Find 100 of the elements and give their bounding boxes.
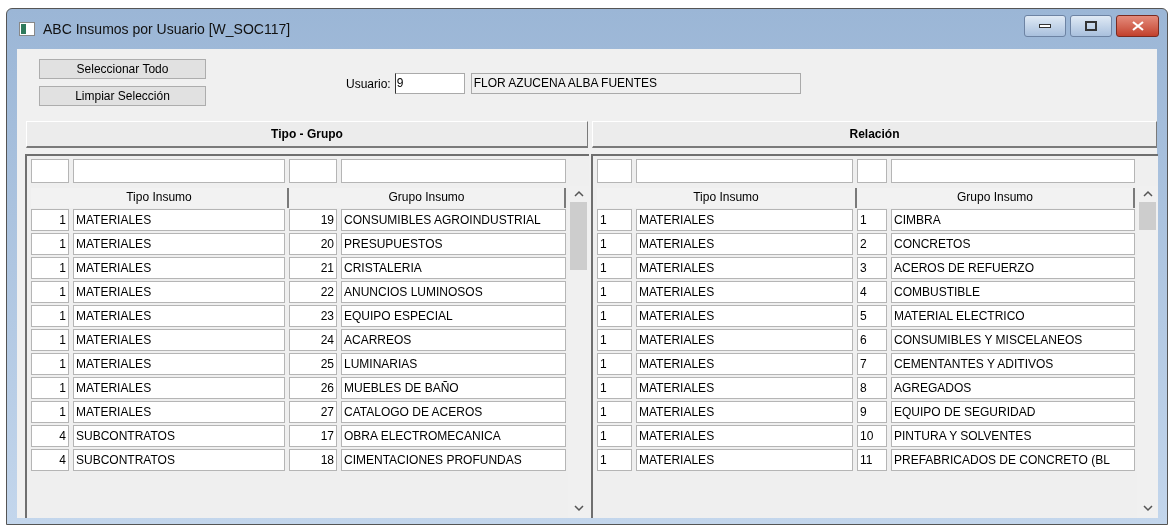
table-cell: 1 bbox=[31, 377, 69, 399]
scroll-up-icon[interactable] bbox=[1142, 190, 1153, 198]
user-label: Usuario: bbox=[346, 75, 391, 93]
close-icon bbox=[1131, 21, 1144, 31]
filter-field[interactable] bbox=[636, 159, 853, 183]
table-cell: 22 bbox=[289, 281, 337, 303]
panel-header: Relación bbox=[592, 121, 1157, 148]
restore-icon bbox=[1085, 21, 1097, 31]
filter-field[interactable] bbox=[289, 159, 337, 183]
filter-field[interactable] bbox=[857, 159, 887, 183]
table-cell: MATERIALES bbox=[73, 353, 285, 375]
table-cell: 1 bbox=[597, 209, 632, 231]
minimize-button[interactable] bbox=[1024, 15, 1066, 37]
table-cell: 1 bbox=[31, 353, 69, 375]
table-cell: CONCRETOS bbox=[891, 233, 1135, 255]
table-cell: 19 bbox=[289, 209, 337, 231]
table-cell: 20 bbox=[289, 233, 337, 255]
table-cell: MATERIALES bbox=[636, 209, 853, 231]
table-cell: 1 bbox=[31, 329, 69, 351]
table-cell: SUBCONTRATOS bbox=[73, 449, 285, 471]
table-cell: SUBCONTRATOS bbox=[73, 425, 285, 447]
table-cell: 4 bbox=[31, 425, 69, 447]
table-cell: 1 bbox=[31, 257, 69, 279]
table-cell: 17 bbox=[289, 425, 337, 447]
table-cell: 1 bbox=[31, 305, 69, 327]
scroll-down-icon[interactable] bbox=[1142, 504, 1153, 512]
filter-field[interactable] bbox=[73, 159, 285, 183]
table-cell: MATERIALES bbox=[636, 401, 853, 423]
filter-field[interactable] bbox=[31, 159, 69, 183]
table-cell: 1 bbox=[597, 353, 632, 375]
scroll-down-icon[interactable] bbox=[573, 504, 584, 512]
user-id-field[interactable]: 9 bbox=[394, 73, 465, 94]
table-cell: CONSUMIBLES Y MISCELANEOS bbox=[891, 329, 1135, 351]
table-cell: ACEROS DE REFUERZO bbox=[891, 257, 1135, 279]
table-cell: 3 bbox=[857, 257, 887, 279]
table-cell: MATERIALES bbox=[73, 305, 285, 327]
scroll-up-icon[interactable] bbox=[573, 190, 584, 198]
table-cell: 1 bbox=[597, 377, 632, 399]
table-cell: 7 bbox=[857, 353, 887, 375]
table-cell: 1 bbox=[597, 329, 632, 351]
table-cell: 4 bbox=[857, 281, 887, 303]
close-button[interactable] bbox=[1116, 15, 1159, 37]
table-cell: 1 bbox=[597, 305, 632, 327]
table-cell: 1 bbox=[597, 233, 632, 255]
table-cell: MATERIALES bbox=[636, 257, 853, 279]
table-cell: MATERIALES bbox=[73, 377, 285, 399]
table-cell: MATERIALES bbox=[73, 401, 285, 423]
table-cell: 24 bbox=[289, 329, 337, 351]
filter-field[interactable] bbox=[341, 159, 566, 183]
table-cell: 21 bbox=[289, 257, 337, 279]
table-cell: 1 bbox=[597, 425, 632, 447]
table-cell: 4 bbox=[31, 449, 69, 471]
table-cell: 2 bbox=[857, 233, 887, 255]
table-cell: 18 bbox=[289, 449, 337, 471]
table-cell: LUMINARIAS bbox=[341, 353, 566, 375]
table-cell: OBRA ELECTROMECANICA bbox=[341, 425, 566, 447]
table-cell: 1 bbox=[31, 233, 69, 255]
table-cell: ACARREOS bbox=[341, 329, 566, 351]
maximize-button[interactable] bbox=[1070, 15, 1112, 37]
table-cell: CIMBRA bbox=[891, 209, 1135, 231]
window-icon bbox=[19, 22, 35, 36]
table-cell: 26 bbox=[289, 377, 337, 399]
scroll-thumb[interactable] bbox=[1139, 202, 1156, 230]
panel-header: Tipo - Grupo bbox=[26, 121, 588, 148]
scroll-thumb[interactable] bbox=[570, 202, 587, 270]
table-cell: 8 bbox=[857, 377, 887, 399]
table-cell: PRESUPUESTOS bbox=[341, 233, 566, 255]
action-button[interactable]: Seleccionar Todo bbox=[39, 59, 206, 79]
table-cell: MATERIALES bbox=[636, 425, 853, 447]
table-cell: 23 bbox=[289, 305, 337, 327]
table-cell: CONSUMIBLES AGROINDUSTRIAL bbox=[341, 209, 566, 231]
table-cell: 9 bbox=[857, 401, 887, 423]
table-cell: 11 bbox=[857, 449, 887, 471]
table-cell: 10 bbox=[857, 425, 887, 447]
table-cell: MATERIALES bbox=[636, 449, 853, 471]
table-cell: MATERIALES bbox=[73, 329, 285, 351]
action-button[interactable]: Limpiar Selección bbox=[39, 86, 206, 106]
table-cell: MATERIALES bbox=[636, 233, 853, 255]
table-cell: MATERIALES bbox=[73, 257, 285, 279]
table-cell: MATERIALES bbox=[636, 329, 853, 351]
table-cell: MATERIALES bbox=[636, 377, 853, 399]
table-cell: 27 bbox=[289, 401, 337, 423]
table-cell: 1 bbox=[857, 209, 887, 231]
table-cell: 1 bbox=[597, 281, 632, 303]
table-cell: COMBUSTIBLE bbox=[891, 281, 1135, 303]
table-cell: MATERIALES bbox=[636, 305, 853, 327]
filter-field[interactable] bbox=[597, 159, 632, 183]
table-cell: 1 bbox=[597, 257, 632, 279]
table-cell: MUEBLES DE BAÑO bbox=[341, 377, 566, 399]
table-cell: PREFABRICADOS DE CONCRETO (BL bbox=[891, 449, 1135, 471]
filter-field[interactable] bbox=[891, 159, 1135, 183]
table-cell: 1 bbox=[597, 449, 632, 471]
table-cell: CRISTALERIA bbox=[341, 257, 566, 279]
user-name-field: FLOR AZUCENA ALBA FUENTES bbox=[470, 73, 801, 94]
table-cell: MATERIALES bbox=[73, 209, 285, 231]
table-cell: MATERIALES bbox=[73, 233, 285, 255]
table-cell: 1 bbox=[597, 401, 632, 423]
minimize-icon bbox=[1039, 24, 1051, 28]
table-cell: CATALOGO DE ACEROS bbox=[341, 401, 566, 423]
table-cell: 5 bbox=[857, 305, 887, 327]
